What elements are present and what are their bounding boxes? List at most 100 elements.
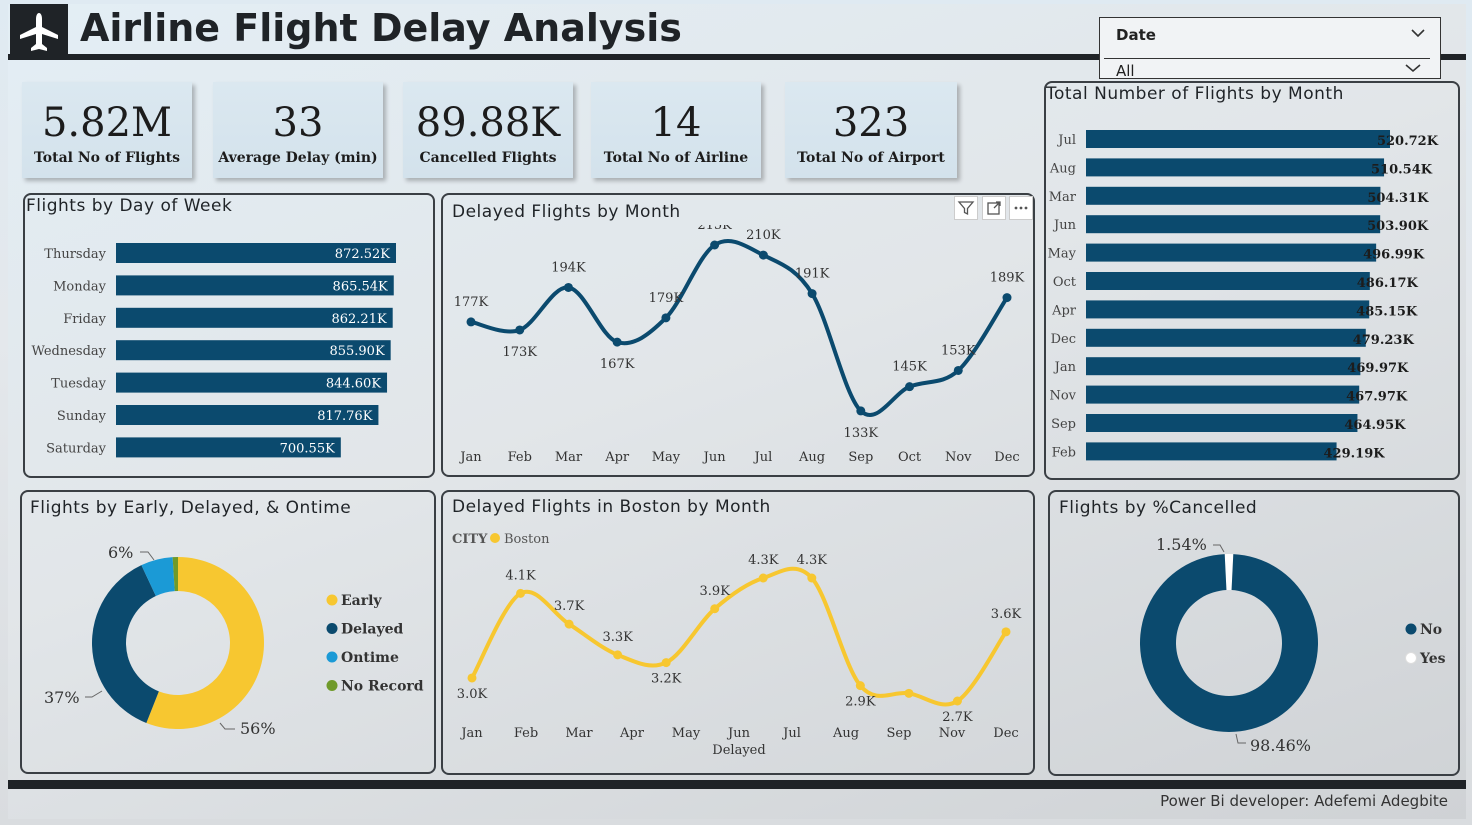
data-label: 503.90K [1367, 219, 1429, 234]
legend-label: No Record [341, 679, 424, 695]
legend-label: Boston [504, 532, 550, 547]
category-label: Aug [1049, 161, 1076, 176]
data-label: 177K [454, 295, 489, 310]
legend-marker [326, 623, 338, 634]
data-point [613, 650, 623, 660]
data-point [904, 688, 914, 698]
data-label: 98.46% [1250, 736, 1311, 755]
page-title: Airline Flight Delay Analysis [80, 6, 682, 50]
data-point [710, 604, 720, 614]
kpi-label: Cancelled Flights [419, 150, 557, 166]
data-point [807, 289, 817, 299]
category-label: Tuesday [51, 377, 106, 392]
pct-cancelled-donut: 1.54% 98.46% No Yes [1140, 535, 1446, 755]
data-label: 210K [746, 228, 781, 243]
legend-label: Yes [1419, 651, 1446, 667]
legend-title: CITY [452, 532, 488, 547]
airplane-logo [10, 4, 68, 60]
kpi-value: 14 [650, 100, 702, 146]
chart-title: Delayed Flights by Month [452, 202, 681, 222]
category-label: Jun [1052, 218, 1077, 233]
category-label: Monday [53, 279, 107, 294]
data-point [953, 365, 963, 375]
data-point [612, 337, 622, 347]
data-point [1002, 293, 1012, 303]
tick-label: Aug [798, 450, 825, 465]
chevron-down-icon[interactable] [1410, 28, 1426, 38]
series-line [470, 566, 1008, 707]
data-label: 844.60K [326, 377, 381, 392]
data-label: 133K [844, 426, 879, 441]
data-label: 2.7K [942, 710, 973, 725]
data-point [467, 673, 477, 683]
kpi-label: Total No of Airline [603, 150, 749, 166]
tick-label: Jul [752, 450, 772, 465]
data-label: 191K [795, 267, 830, 282]
category-label: Nov [1049, 389, 1076, 404]
legend-marker [490, 533, 500, 543]
slicer-dropdown[interactable] [1104, 58, 1430, 79]
kpi-value: 33 [272, 100, 324, 146]
category-label: Feb [1052, 445, 1076, 460]
more-options-icon[interactable] [1009, 196, 1033, 220]
tick-label: Dec [993, 726, 1018, 741]
data-label: 215K [697, 225, 732, 233]
bar [1086, 328, 1366, 347]
tick-label: Sep [887, 726, 912, 741]
data-label: 153K [941, 343, 976, 358]
tick-label: Oct [898, 450, 922, 465]
data-label: 862.21K [331, 312, 386, 327]
tick-label: Jul [781, 726, 801, 741]
legend-marker [326, 680, 338, 691]
legend-label: Delayed [341, 622, 403, 638]
data-label: 167K [600, 357, 635, 372]
chart-title: Total Number of Flights by Month [1046, 84, 1344, 104]
category-label: Saturday [46, 441, 107, 456]
data-point [855, 681, 865, 691]
data-label: 3.3K [602, 630, 633, 645]
data-label: 817.76K [317, 409, 372, 424]
tick-label: Nov [939, 726, 966, 741]
data-label: 855.90K [329, 344, 384, 359]
legend-label: No [1420, 622, 1442, 638]
data-label: 510.54K [1371, 162, 1433, 177]
filter-icon[interactable] [954, 196, 978, 220]
bar [1086, 385, 1360, 404]
tick-label: Jun [726, 726, 751, 741]
total-by-month-bar-chart: Jul 520.72K Aug 510.54K Mar 504.31K Jun 503.90K… [1048, 130, 1439, 461]
category-label: Apr [1051, 303, 1077, 318]
kpi-label: Total No of Airport [797, 150, 945, 166]
kpi-card-cancelled-flights: 89.88K Cancelled Flights [403, 82, 573, 178]
chevron-down-icon[interactable] [1404, 63, 1422, 73]
data-label: 6% [108, 543, 133, 562]
bar [1086, 300, 1370, 319]
tick-label: Jan [458, 450, 482, 465]
data-label: 3.7K [554, 599, 585, 614]
legend-marker [1405, 652, 1417, 664]
data-label: 700.55K [280, 441, 335, 456]
data-point [564, 619, 574, 629]
footer-divider [8, 780, 1466, 789]
focus-mode-icon[interactable] [982, 196, 1006, 220]
tick-label: Nov [945, 450, 972, 465]
data-point [952, 696, 962, 706]
footer-credit: Power Bi developer: Adefemi Adegbite [1160, 792, 1448, 810]
category-label: Dec [1051, 332, 1076, 347]
tick-label: Dec [994, 450, 1019, 465]
tick-label: Sep [848, 450, 873, 465]
category-label: Wednesday [32, 344, 107, 359]
delayed-by-month-line-chart: 177K Jan 173K Feb 194K Mar 167K Apr 179K May 215K J… [454, 225, 1025, 465]
slicer-label: Date [1116, 26, 1156, 44]
kpi-value: 323 [832, 100, 910, 146]
data-point [661, 313, 671, 323]
date-slicer[interactable]: Date All [1099, 17, 1441, 80]
category-label: Oct [1053, 275, 1077, 290]
kpi-card-total-airline: 14 Total No of Airline [591, 82, 761, 178]
category-label: May [1048, 247, 1077, 262]
leader-line [85, 690, 103, 698]
tick-label: Jan [459, 726, 483, 741]
data-label: 3.9K [700, 584, 731, 599]
category-label: Sep [1051, 417, 1076, 432]
bar [1086, 186, 1381, 205]
data-point [905, 382, 915, 392]
